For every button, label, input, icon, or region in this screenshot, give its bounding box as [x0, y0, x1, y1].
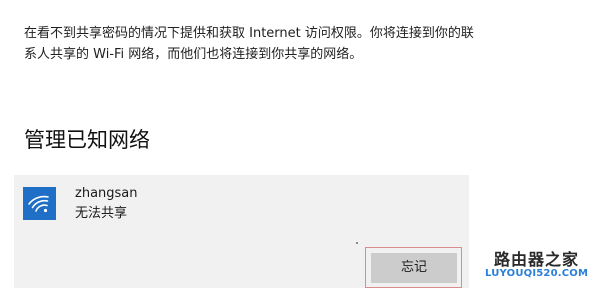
network-name: zhangsan: [75, 186, 138, 201]
separator-dot: [356, 242, 358, 244]
known-network-item[interactable]: zhangsan 无法共享 忘记: [14, 175, 469, 288]
forget-button[interactable]: 忘记: [371, 253, 457, 283]
wifi-icon: [23, 187, 56, 220]
watermark-title: 路由器之家: [494, 250, 580, 269]
network-share-status: 无法共享: [75, 206, 128, 221]
forget-button-highlight: 忘记: [365, 247, 462, 288]
watermark-domain: LUYOUQI520.COM: [485, 268, 589, 279]
sharing-description: 在看不到共享密码的情况下提供和获取 Internet 访问权限。你将连接到你的联…: [24, 26, 474, 62]
section-title-manage-known-networks: 管理已知网络: [24, 128, 150, 152]
